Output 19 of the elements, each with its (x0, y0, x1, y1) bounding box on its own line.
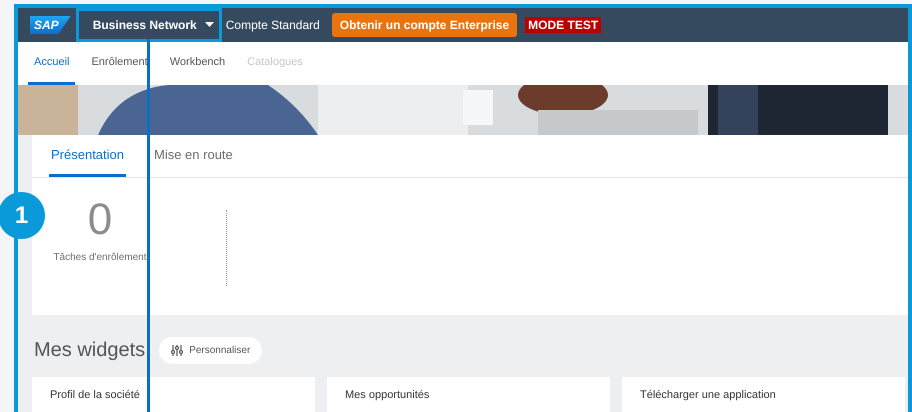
sliders-icon (171, 344, 184, 356)
widget-title: Profil de la société (50, 389, 140, 401)
upgrade-button[interactable]: Obtenir un compte Enterprise (332, 13, 518, 37)
tile-count: 0 (88, 198, 112, 242)
overview-tab[interactable]: Mise en route (152, 135, 235, 177)
step-marker: 1 (0, 192, 45, 239)
tile-label: Tâches d'enrôlement (53, 252, 147, 263)
overview-tab[interactable]: Présentation (49, 135, 126, 177)
product-menu[interactable]: Business Network (78, 14, 224, 36)
section-title: Mes widgets (34, 338, 146, 362)
nav-tab[interactable]: Enrôlement (85, 42, 154, 85)
customize-button[interactable]: Personnaliser (159, 336, 262, 364)
nav-tab[interactable]: Workbench (164, 42, 232, 85)
test-mode-badge: MODE TEST (525, 17, 602, 33)
caret-icon (204, 22, 214, 28)
widget-title: Télécharger une application (640, 389, 776, 401)
sap-logo[interactable]: SAP (30, 16, 71, 34)
account-type: Compte Standard (226, 18, 320, 32)
widget-title: Mes opportunités (345, 389, 430, 401)
